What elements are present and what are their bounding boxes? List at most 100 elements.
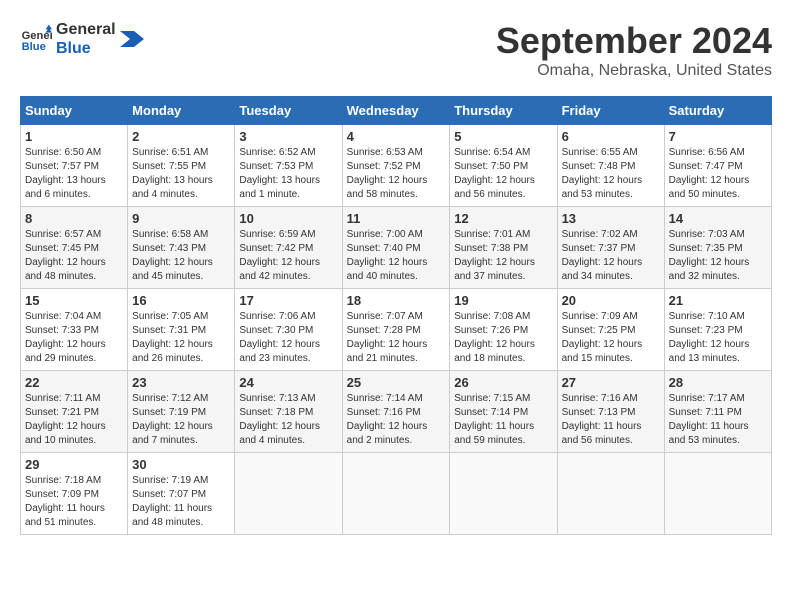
day-number: 30	[132, 457, 230, 472]
table-row: 7 Sunrise: 6:56 AM Sunset: 7:47 PM Dayli…	[664, 125, 771, 207]
day-number: 18	[347, 293, 446, 308]
table-row: 24 Sunrise: 7:13 AM Sunset: 7:18 PM Dayl…	[235, 371, 342, 453]
table-row	[450, 453, 557, 535]
day-number: 19	[454, 293, 552, 308]
table-row	[664, 453, 771, 535]
table-row: 29 Sunrise: 7:18 AM Sunset: 7:09 PM Dayl…	[21, 453, 128, 535]
day-info: Sunrise: 6:55 AM Sunset: 7:48 PM Dayligh…	[562, 146, 660, 202]
calendar-week-row: 29 Sunrise: 7:18 AM Sunset: 7:09 PM Dayl…	[21, 453, 772, 535]
day-number: 2	[132, 129, 230, 144]
table-row: 17 Sunrise: 7:06 AM Sunset: 7:30 PM Dayl…	[235, 289, 342, 371]
header-monday: Monday	[128, 97, 235, 125]
day-info: Sunrise: 7:10 AM Sunset: 7:23 PM Dayligh…	[669, 310, 767, 366]
day-info: Sunrise: 7:08 AM Sunset: 7:26 PM Dayligh…	[454, 310, 552, 366]
day-info: Sunrise: 6:51 AM Sunset: 7:55 PM Dayligh…	[132, 146, 230, 202]
logo-arrow-icon	[120, 27, 144, 51]
table-row: 26 Sunrise: 7:15 AM Sunset: 7:14 PM Dayl…	[450, 371, 557, 453]
day-info: Sunrise: 7:01 AM Sunset: 7:38 PM Dayligh…	[454, 228, 552, 284]
page-header: General Blue General Blue September 2024…	[20, 20, 772, 80]
table-row: 23 Sunrise: 7:12 AM Sunset: 7:19 PM Dayl…	[128, 371, 235, 453]
day-info: Sunrise: 6:57 AM Sunset: 7:45 PM Dayligh…	[25, 228, 123, 284]
table-row: 16 Sunrise: 7:05 AM Sunset: 7:31 PM Dayl…	[128, 289, 235, 371]
table-row: 18 Sunrise: 7:07 AM Sunset: 7:28 PM Dayl…	[342, 289, 450, 371]
table-row: 28 Sunrise: 7:17 AM Sunset: 7:11 PM Dayl…	[664, 371, 771, 453]
day-number: 12	[454, 211, 552, 226]
day-number: 5	[454, 129, 552, 144]
day-number: 24	[239, 375, 337, 390]
day-info: Sunrise: 7:15 AM Sunset: 7:14 PM Dayligh…	[454, 392, 552, 448]
day-info: Sunrise: 6:54 AM Sunset: 7:50 PM Dayligh…	[454, 146, 552, 202]
day-number: 11	[347, 211, 446, 226]
table-row: 9 Sunrise: 6:58 AM Sunset: 7:43 PM Dayli…	[128, 207, 235, 289]
day-info: Sunrise: 7:13 AM Sunset: 7:18 PM Dayligh…	[239, 392, 337, 448]
table-row: 1 Sunrise: 6:50 AM Sunset: 7:57 PM Dayli…	[21, 125, 128, 207]
calendar-body: 1 Sunrise: 6:50 AM Sunset: 7:57 PM Dayli…	[21, 125, 772, 535]
day-number: 22	[25, 375, 123, 390]
day-info: Sunrise: 7:00 AM Sunset: 7:40 PM Dayligh…	[347, 228, 446, 284]
table-row: 19 Sunrise: 7:08 AM Sunset: 7:26 PM Dayl…	[450, 289, 557, 371]
logo-blue: Blue	[56, 39, 116, 58]
table-row: 11 Sunrise: 7:00 AM Sunset: 7:40 PM Dayl…	[342, 207, 450, 289]
calendar-title: September 2024	[496, 20, 772, 62]
header-thursday: Thursday	[450, 97, 557, 125]
header-wednesday: Wednesday	[342, 97, 450, 125]
day-info: Sunrise: 6:58 AM Sunset: 7:43 PM Dayligh…	[132, 228, 230, 284]
day-number: 13	[562, 211, 660, 226]
logo: General Blue General Blue	[20, 20, 144, 58]
table-row: 4 Sunrise: 6:53 AM Sunset: 7:52 PM Dayli…	[342, 125, 450, 207]
day-number: 17	[239, 293, 337, 308]
table-row: 13 Sunrise: 7:02 AM Sunset: 7:37 PM Dayl…	[557, 207, 664, 289]
day-info: Sunrise: 7:19 AM Sunset: 7:07 PM Dayligh…	[132, 474, 230, 530]
table-row: 6 Sunrise: 6:55 AM Sunset: 7:48 PM Dayli…	[557, 125, 664, 207]
header-saturday: Saturday	[664, 97, 771, 125]
logo-icon: General Blue	[20, 23, 52, 55]
table-row: 21 Sunrise: 7:10 AM Sunset: 7:23 PM Dayl…	[664, 289, 771, 371]
table-row: 2 Sunrise: 6:51 AM Sunset: 7:55 PM Dayli…	[128, 125, 235, 207]
svg-text:Blue: Blue	[22, 41, 46, 53]
day-info: Sunrise: 6:52 AM Sunset: 7:53 PM Dayligh…	[239, 146, 337, 202]
table-row: 30 Sunrise: 7:19 AM Sunset: 7:07 PM Dayl…	[128, 453, 235, 535]
table-row: 12 Sunrise: 7:01 AM Sunset: 7:38 PM Dayl…	[450, 207, 557, 289]
day-info: Sunrise: 7:03 AM Sunset: 7:35 PM Dayligh…	[669, 228, 767, 284]
day-number: 1	[25, 129, 123, 144]
table-row: 25 Sunrise: 7:14 AM Sunset: 7:16 PM Dayl…	[342, 371, 450, 453]
day-number: 26	[454, 375, 552, 390]
calendar-table: Sunday Monday Tuesday Wednesday Thursday…	[20, 96, 772, 535]
table-row: 15 Sunrise: 7:04 AM Sunset: 7:33 PM Dayl…	[21, 289, 128, 371]
header-tuesday: Tuesday	[235, 97, 342, 125]
day-number: 14	[669, 211, 767, 226]
day-info: Sunrise: 7:02 AM Sunset: 7:37 PM Dayligh…	[562, 228, 660, 284]
table-row	[235, 453, 342, 535]
day-info: Sunrise: 7:07 AM Sunset: 7:28 PM Dayligh…	[347, 310, 446, 366]
day-number: 27	[562, 375, 660, 390]
day-number: 6	[562, 129, 660, 144]
day-info: Sunrise: 7:17 AM Sunset: 7:11 PM Dayligh…	[669, 392, 767, 448]
calendar-week-row: 22 Sunrise: 7:11 AM Sunset: 7:21 PM Dayl…	[21, 371, 772, 453]
table-row	[557, 453, 664, 535]
table-row: 10 Sunrise: 6:59 AM Sunset: 7:42 PM Dayl…	[235, 207, 342, 289]
logo-general: General	[56, 20, 116, 39]
table-row: 20 Sunrise: 7:09 AM Sunset: 7:25 PM Dayl…	[557, 289, 664, 371]
day-info: Sunrise: 6:50 AM Sunset: 7:57 PM Dayligh…	[25, 146, 123, 202]
day-number: 3	[239, 129, 337, 144]
day-info: Sunrise: 6:59 AM Sunset: 7:42 PM Dayligh…	[239, 228, 337, 284]
day-number: 25	[347, 375, 446, 390]
day-number: 28	[669, 375, 767, 390]
day-info: Sunrise: 7:11 AM Sunset: 7:21 PM Dayligh…	[25, 392, 123, 448]
day-info: Sunrise: 7:04 AM Sunset: 7:33 PM Dayligh…	[25, 310, 123, 366]
day-info: Sunrise: 7:14 AM Sunset: 7:16 PM Dayligh…	[347, 392, 446, 448]
day-number: 16	[132, 293, 230, 308]
day-number: 20	[562, 293, 660, 308]
table-row: 5 Sunrise: 6:54 AM Sunset: 7:50 PM Dayli…	[450, 125, 557, 207]
day-number: 7	[669, 129, 767, 144]
day-number: 23	[132, 375, 230, 390]
calendar-week-row: 1 Sunrise: 6:50 AM Sunset: 7:57 PM Dayli…	[21, 125, 772, 207]
day-info: Sunrise: 6:53 AM Sunset: 7:52 PM Dayligh…	[347, 146, 446, 202]
day-info: Sunrise: 7:06 AM Sunset: 7:30 PM Dayligh…	[239, 310, 337, 366]
day-number: 4	[347, 129, 446, 144]
calendar-title-area: September 2024 Omaha, Nebraska, United S…	[496, 20, 772, 80]
day-info: Sunrise: 7:16 AM Sunset: 7:13 PM Dayligh…	[562, 392, 660, 448]
day-number: 21	[669, 293, 767, 308]
table-row: 8 Sunrise: 6:57 AM Sunset: 7:45 PM Dayli…	[21, 207, 128, 289]
header-sunday: Sunday	[21, 97, 128, 125]
